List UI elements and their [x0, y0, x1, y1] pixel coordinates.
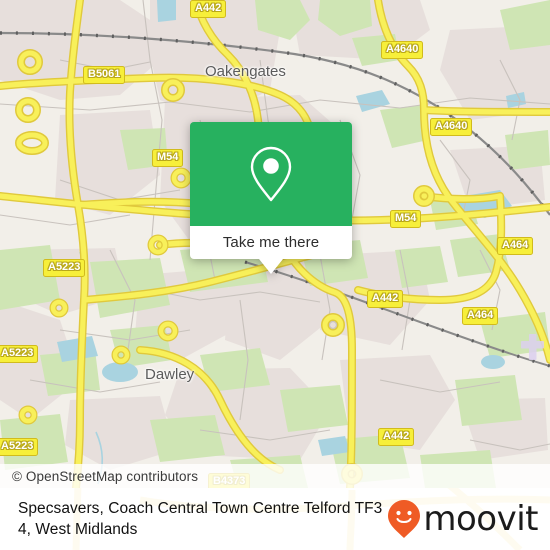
road-shield-a442-mid: A442 — [367, 290, 404, 308]
footer-bar: Specsavers, Coach Central Town Centre Te… — [0, 488, 550, 550]
road-shield-a4640-top: A4640 — [381, 41, 424, 59]
road-shield-m54-right: M54 — [390, 210, 422, 228]
moovit-wordmark: moovit — [423, 499, 538, 539]
road-shield-a442-south: A442 — [378, 428, 415, 446]
take-me-there-button[interactable]: Take me there — [190, 226, 352, 259]
place-label-oakengates: Oakengates — [205, 63, 286, 80]
map-attribution-text[interactable]: © OpenStreetMap contributors — [0, 469, 198, 484]
moovit-logo[interactable]: moovit — [387, 499, 538, 539]
moovit-pin-icon — [388, 500, 421, 538]
road-shield-a442-north: A442 — [190, 0, 227, 18]
place-label-dawley: Dawley — [145, 366, 195, 383]
location-popup-card[interactable]: Take me there — [190, 122, 352, 274]
map-pin-icon — [250, 146, 292, 202]
road-shield-a4640-right: A4640 — [430, 118, 473, 136]
road-shield-a5223-upper: A5223 — [43, 259, 86, 277]
map-screen: Oakengates Dawley A442 A4640 B5061 A4640… — [0, 0, 550, 550]
road-shield-a5223-mid: A5223 — [0, 345, 39, 363]
road-shield-b5061: B5061 — [83, 66, 126, 84]
road-shield-m54-left: M54 — [152, 149, 184, 167]
road-shield-a5223-lower: A5223 — [0, 438, 39, 456]
location-title: Specsavers, Coach Central Town Centre Te… — [18, 500, 383, 538]
road-shield-a464-lower: A464 — [462, 307, 499, 325]
popup-image-area — [190, 122, 352, 226]
road-shield-a464-upper: A464 — [497, 237, 534, 255]
map-attribution-bar: © OpenStreetMap contributors — [0, 464, 550, 488]
popup-pointer-tail — [259, 259, 283, 274]
